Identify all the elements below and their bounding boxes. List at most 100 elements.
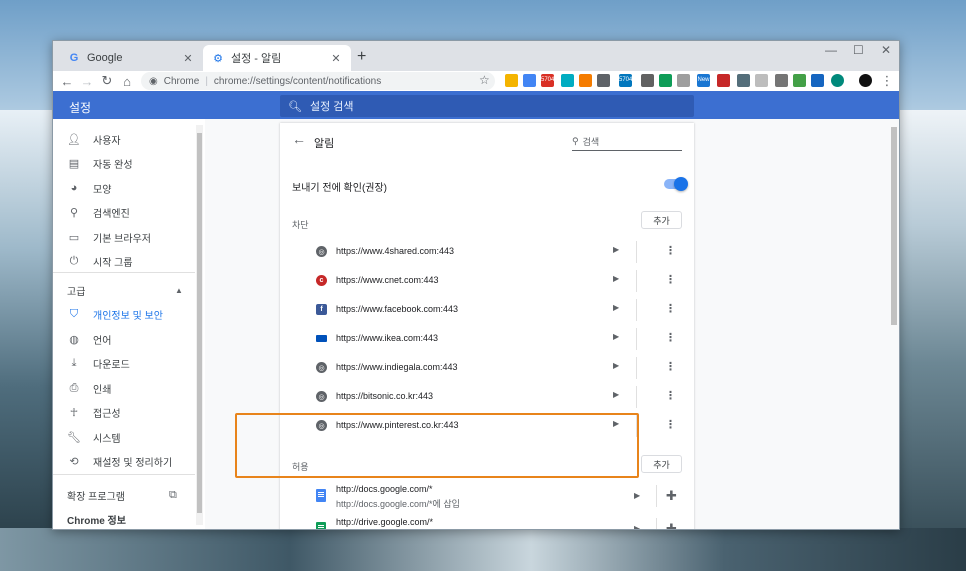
extension-icon[interactable] [523, 74, 536, 87]
section-title: 알림 [314, 138, 335, 150]
sidebar: 👤︎ 사용자 ▤ 자동 완성 ◕ 모양 ⚲ 검색엔진 ▭ 기본 브라우저 ⏻ 시… [53, 119, 205, 529]
globe-icon: ◎ [316, 246, 327, 257]
extension-icon[interactable] [775, 74, 788, 87]
extension-icon[interactable] [505, 74, 518, 87]
menu-icon[interactable]: ⋮ [877, 73, 897, 89]
more-actions-icon[interactable]: ⋮ [665, 418, 676, 431]
sidebar-item-label: 인쇄 [93, 384, 112, 396]
main-scrollbar[interactable] [889, 123, 899, 525]
forward-button[interactable]: → [77, 74, 97, 89]
blocked-site-row[interactable]: c https://www.cnet.com:443 ▶ ⋮ [280, 267, 694, 296]
divider [656, 485, 657, 507]
arrow-right-icon[interactable]: ▶ [613, 303, 619, 312]
more-actions-icon[interactable]: ⋮ [665, 331, 676, 344]
sidebar-advanced-toggle[interactable]: 고급 ▲ [53, 279, 203, 301]
wallpaper-bottom [0, 528, 966, 571]
arrow-right-icon[interactable]: ▶ [613, 361, 619, 370]
new-tab-button[interactable]: + [357, 48, 366, 66]
extension-puzzle-icon[interactable]: ✚ [666, 488, 677, 504]
profile-avatar[interactable] [859, 74, 872, 87]
sidebar-item-people[interactable]: 👤︎ 사용자 [53, 128, 203, 150]
sidebar-item-autofill[interactable]: ▤ 자동 완성 [53, 152, 203, 174]
back-button[interactable]: ← [57, 74, 77, 89]
arrow-right-icon[interactable]: ▶ [634, 491, 640, 500]
address-bar[interactable]: ◉ Chrome | chrome://settings/content/not… [141, 72, 495, 90]
extension-icon[interactable] [579, 74, 592, 87]
sidebar-item-about[interactable]: Chrome 정보 [53, 508, 203, 529]
settings-search-input[interactable]: 🔍︎ 설정 검색 [280, 95, 694, 117]
more-actions-icon[interactable]: ⋮ [665, 360, 676, 373]
arrow-right-icon[interactable]: ▶ [613, 245, 619, 254]
sidebar-item-accessibility[interactable]: ☥ 접근성 [53, 401, 203, 423]
sidebar-item-downloads[interactable]: ⤓ 다운로드 [53, 352, 203, 374]
arrow-right-icon[interactable]: ▶ [613, 274, 619, 283]
add-allowed-button[interactable]: 추가 [641, 455, 682, 473]
wallpaper-right [896, 110, 966, 571]
close-window-button[interactable]: ✕ [881, 43, 891, 57]
more-actions-icon[interactable]: ⋮ [665, 273, 676, 286]
sidebar-item-languages[interactable]: ◍ 언어 [53, 328, 203, 350]
google-docs-icon [316, 489, 326, 502]
sidebar-item-extensions[interactable]: 확장 프로그램 ⧉ [53, 484, 203, 506]
arrow-right-icon[interactable]: ▶ [613, 390, 619, 399]
site-search-input[interactable]: ⚲ 검색 [572, 133, 682, 151]
ask-before-sending-toggle[interactable] [664, 177, 688, 191]
extension-icon[interactable] [737, 74, 750, 87]
sidebar-item-label: 사용자 [93, 135, 121, 147]
blocked-site-row[interactable]: ◎ https://bitsonic.co.kr:443 ▶ ⋮ [280, 383, 694, 412]
gmail-badge-icon[interactable]: 5704 [541, 74, 554, 87]
sidebar-item-reset[interactable]: ⟲ 재설정 및 정리하기 [53, 450, 203, 472]
reload-button[interactable]: ↻ [97, 73, 117, 89]
blocked-site-row[interactable]: ◎ https://www.indiegala.com:443 ▶ ⋮ [280, 354, 694, 383]
allowed-site-row[interactable]: http://drive.google.com/* ▶ ✚ [280, 513, 694, 529]
tab-google[interactable]: G Google ✕ [59, 45, 203, 71]
extension-icon[interactable] [641, 74, 654, 87]
blocked-site-row[interactable]: ◎ https://www.4shared.com:443 ▶ ⋮ [280, 238, 694, 267]
new-badge-icon[interactable]: New [697, 74, 710, 87]
allowed-site-row[interactable]: http://docs.google.com/* http://docs.goo… [280, 480, 694, 512]
sidebar-item-system[interactable]: 🔧︎ 시스템 [53, 426, 203, 448]
maximize-button[interactable]: ☐ [853, 43, 864, 57]
bookmark-star-icon[interactable]: ☆ [479, 73, 490, 87]
tab-settings[interactable]: ⚙ 설정 - 알림 ✕ [203, 45, 351, 71]
extension-icon[interactable] [811, 74, 824, 87]
blocked-site-row[interactable]: f https://www.facebook.com:443 ▶ ⋮ [280, 296, 694, 325]
extension-icon[interactable] [597, 74, 610, 87]
badge-icon[interactable]: 5704 [619, 74, 632, 87]
sidebar-item-label: 검색엔진 [93, 208, 130, 220]
close-icon[interactable]: ✕ [181, 52, 195, 65]
extension-icon[interactable] [659, 74, 672, 87]
more-actions-icon[interactable]: ⋮ [665, 389, 676, 402]
sidebar-item-appearance[interactable]: ◕ 모양 [53, 177, 203, 199]
minimize-button[interactable]: — [825, 43, 837, 57]
scrollbar-thumb[interactable] [891, 127, 897, 325]
extension-icon[interactable] [793, 74, 806, 87]
back-arrow-icon[interactable]: ← [292, 131, 306, 147]
sidebar-item-label: 다운로드 [93, 359, 130, 371]
site-url: https://bitsonic.co.kr:443 [336, 391, 434, 401]
more-actions-icon[interactable]: ⋮ [665, 244, 676, 257]
sidebar-item-privacy[interactable]: ⛉ 개인정보 및 보안 [53, 303, 203, 325]
add-blocked-button[interactable]: 추가 [641, 211, 682, 229]
arrow-right-icon[interactable]: ▶ [613, 332, 619, 341]
blocked-site-row[interactable]: https://www.ikea.com:443 ▶ ⋮ [280, 325, 694, 354]
scrollbar-thumb[interactable] [197, 133, 202, 513]
extension-icon[interactable] [677, 74, 690, 87]
extension-icon[interactable] [717, 74, 730, 87]
extension-icon[interactable] [561, 74, 574, 87]
sidebar-item-on-startup[interactable]: ⏻ 시작 그룹 [53, 250, 203, 272]
extension-icon[interactable] [831, 74, 844, 87]
close-icon[interactable]: ✕ [329, 52, 343, 65]
clipboard-icon: ▤ [68, 157, 80, 170]
home-button[interactable]: ⌂ [117, 74, 137, 89]
sidebar-scrollbar[interactable] [196, 125, 203, 525]
extension-puzzle-icon[interactable]: ✚ [666, 521, 677, 529]
card-header: ← 알림 ⚲ 검색 [280, 131, 694, 153]
sidebar-item-search-engine[interactable]: ⚲ 검색엔진 [53, 201, 203, 223]
sidebar-item-printing[interactable]: ⎙ 인쇄 [53, 377, 203, 399]
sidebar-item-default-browser[interactable]: ▭ 기본 브라우저 [53, 226, 203, 248]
address-separator: | [205, 75, 208, 87]
arrow-right-icon[interactable]: ▶ [634, 524, 640, 529]
extension-icon[interactable] [755, 74, 768, 87]
more-actions-icon[interactable]: ⋮ [665, 302, 676, 315]
